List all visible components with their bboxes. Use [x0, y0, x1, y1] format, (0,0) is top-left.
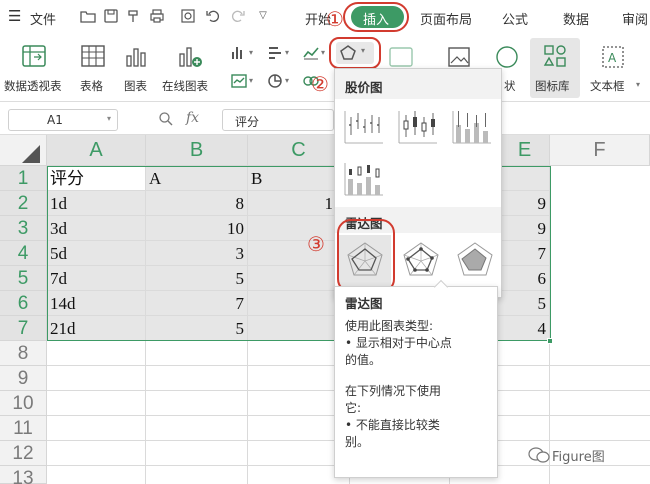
picture-icon[interactable] — [446, 44, 472, 70]
tooltip-line-2: • 显示相对于中心点 — [345, 336, 452, 350]
row-header-9[interactable]: 9 — [0, 366, 47, 391]
name-box-value: A1 — [47, 113, 63, 127]
row-header-6[interactable]: 6 — [0, 291, 47, 316]
tab-review[interactable]: 审阅 — [622, 9, 648, 28]
corner-triangle-icon — [22, 145, 40, 163]
icon-library-label: 图标库 — [535, 79, 570, 93]
annotation-number-3: ③ — [307, 232, 325, 256]
icon-library-icon — [543, 45, 566, 67]
annotation-highlight-radar-button — [329, 37, 381, 69]
radar-chart-option-3[interactable] — [449, 235, 501, 287]
textbox-button[interactable]: 文本框 — [590, 78, 625, 94]
wechat-icon — [528, 447, 550, 463]
bar-chart-icon[interactable] — [266, 44, 284, 62]
table-button[interactable]: 表格 — [80, 78, 103, 94]
area-chart-dropdown-icon[interactable]: ▾ — [249, 76, 253, 85]
tab-page-layout[interactable]: 页面布局 — [420, 9, 472, 28]
stock-chart-option-3[interactable] — [449, 103, 493, 147]
annotation-number-2: ② — [311, 72, 329, 96]
tooltip-line-4: 在下列情况下使用 — [345, 384, 442, 398]
save-icon[interactable] — [103, 8, 119, 24]
area-chart-icon[interactable] — [230, 72, 248, 90]
shapes-icon[interactable] — [494, 44, 520, 70]
formula-input-value: 评分 — [235, 115, 260, 129]
stock-chart-title: 股价图 — [345, 80, 383, 95]
stock-chart-option-1[interactable] — [341, 103, 385, 147]
radar-chart-option-2[interactable] — [395, 235, 447, 287]
row-header-10[interactable]: 10 — [0, 391, 47, 416]
stock-section-header: 股价图 — [335, 69, 501, 99]
textbox-icon[interactable]: A — [600, 44, 626, 70]
online-chart-icon[interactable] — [176, 44, 204, 70]
print-icon[interactable] — [149, 8, 165, 24]
format-painter-icon[interactable] — [126, 8, 142, 24]
stock-chart-option-2[interactable] — [395, 103, 439, 147]
column-chart-icon[interactable] — [230, 44, 248, 62]
redo-icon[interactable] — [230, 8, 246, 24]
row-header-5[interactable]: 5 — [0, 266, 47, 291]
tab-data[interactable]: 数据 — [563, 9, 589, 28]
column-chart-dropdown-icon[interactable]: ▾ — [249, 48, 253, 57]
menu-file[interactable]: 文件 — [30, 9, 56, 28]
print-preview-icon[interactable] — [180, 8, 196, 24]
radar-chart-tooltip: 雷达图 使用此图表类型: • 显示相对于中心点 的值。 在下列情况下使用 它: … — [334, 286, 498, 478]
menu-bar: ☰ 文件 ▽ 开始 插入 页面布局 公式 数据 审阅 ① — [0, 0, 650, 34]
line-chart-icon[interactable] — [302, 44, 320, 62]
fx-icon[interactable]: fx — [186, 110, 199, 126]
tooltip-line-1: 使用此图表类型: — [345, 319, 434, 333]
undo-icon[interactable] — [205, 8, 221, 24]
annotation-highlight-insert — [343, 2, 409, 32]
online-chart-button[interactable]: 在线图表 — [162, 78, 208, 94]
svg-text:A: A — [608, 51, 617, 65]
row-header-4[interactable]: 4 — [0, 241, 47, 266]
chart-icon[interactable] — [123, 44, 149, 70]
watermark-text: Figure图 — [552, 450, 605, 465]
zoom-search-icon[interactable] — [158, 111, 174, 131]
tooltip-line-5: 它: — [345, 401, 362, 415]
row-header-8[interactable]: 8 — [0, 341, 47, 366]
formula-input[interactable]: 评分 — [222, 109, 334, 131]
pie-chart-icon[interactable] — [266, 72, 284, 90]
select-all-corner[interactable] — [0, 135, 47, 166]
pivot-table-button[interactable]: 数据透视表 — [4, 78, 62, 94]
annotation-highlight-radar-option — [337, 219, 395, 293]
row-header-12[interactable]: 12 — [0, 441, 47, 466]
partial-icon-behind-dropdown — [388, 46, 414, 70]
chart-button[interactable]: 图表 — [124, 78, 147, 94]
textbox-dropdown-icon[interactable]: ▾ — [636, 80, 640, 89]
pivot-table-icon[interactable] — [20, 44, 48, 70]
row-header-13[interactable]: 13 — [0, 466, 47, 484]
column-header-a[interactable]: A — [47, 135, 146, 166]
chart-type-dropdown: 股价图 雷达图 — [334, 68, 502, 298]
fill-handle[interactable] — [547, 338, 553, 344]
stock-chart-option-4[interactable] — [341, 155, 385, 199]
row-header-7[interactable]: 7 — [0, 316, 47, 341]
folder-open-icon[interactable] — [80, 8, 96, 24]
bar-chart-dropdown-icon[interactable]: ▾ — [285, 48, 289, 57]
tooltip-line-3: 的值。 — [345, 353, 382, 367]
table-icon[interactable] — [79, 44, 107, 70]
tooltip-title: 雷达图 — [345, 296, 383, 311]
line-chart-dropdown-icon[interactable]: ▾ — [321, 48, 325, 57]
row-header-1[interactable]: 1 — [0, 166, 47, 191]
column-header-f[interactable]: F — [550, 135, 650, 166]
hamburger-menu-icon[interactable]: ☰ — [8, 7, 21, 25]
shapes-partial-label: 状 — [504, 79, 516, 93]
pie-chart-dropdown-icon[interactable]: ▾ — [285, 76, 289, 85]
annotation-number-1: ① — [326, 7, 344, 31]
icon-library-button[interactable]: 图标库 — [530, 38, 580, 98]
row-header-11[interactable]: 11 — [0, 416, 47, 441]
tab-formulas[interactable]: 公式 — [502, 9, 528, 28]
name-box-dropdown-icon: ▾ — [107, 114, 112, 123]
quick-access-dropdown-icon[interactable]: ▽ — [255, 8, 271, 24]
tooltip-line-7: 别。 — [345, 435, 370, 449]
formula-bar: A1 ▾ fx 评分 — [0, 105, 650, 135]
name-box[interactable]: A1 ▾ — [8, 109, 118, 131]
tooltip-line-6: • 不能直接比较类 — [345, 418, 440, 432]
ribbon-toolbar: 数据透视表 表格 图表 在线图表 ▾ ▾ ▾ ▾ ▾ ▾ ② 状 图标库 A 文… — [0, 34, 650, 102]
row-header-2[interactable]: 2 — [0, 191, 47, 216]
column-header-b[interactable]: B — [146, 135, 248, 166]
row-header-3[interactable]: 3 — [0, 216, 47, 241]
